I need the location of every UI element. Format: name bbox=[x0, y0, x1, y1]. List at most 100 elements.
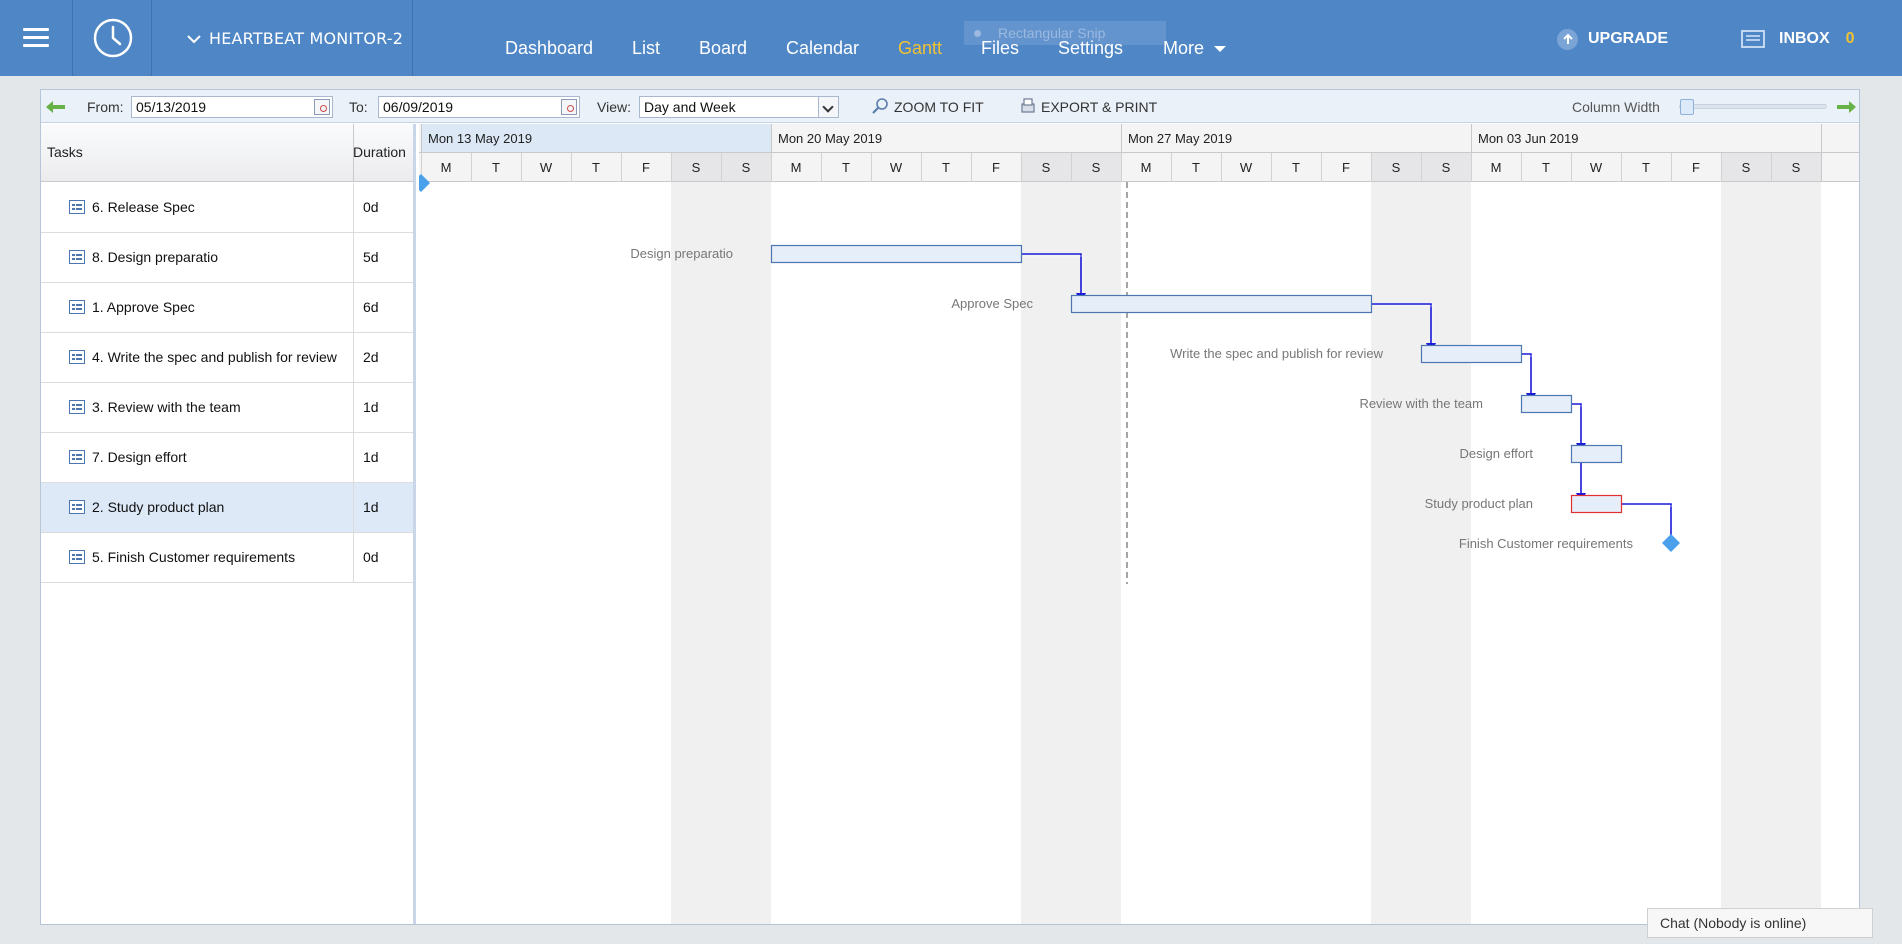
gantt-panel: From: 05/13/2019 To: 06/09/2019 View: Da… bbox=[40, 89, 1860, 925]
dependency-link bbox=[1521, 353, 1532, 395]
task-bar-label: Finish Customer requirements bbox=[1459, 536, 1634, 551]
day-label: T bbox=[842, 160, 850, 175]
slider-handle[interactable] bbox=[1680, 99, 1694, 115]
upgrade-button[interactable]: UPGRADE bbox=[1557, 28, 1668, 50]
weekend-column bbox=[1021, 182, 1071, 924]
task-bar bbox=[770, 244, 1023, 264]
from-date-input[interactable]: 05/13/2019 bbox=[131, 96, 333, 118]
nav-settings[interactable]: Settings bbox=[1058, 38, 1123, 59]
task-icon bbox=[69, 500, 85, 514]
critical-task-bar bbox=[1570, 494, 1623, 514]
task-bar-label: Approve Spec bbox=[951, 296, 1033, 311]
task-duration: 1d bbox=[363, 449, 379, 465]
chat-widget[interactable]: Chat (Nobody is online) bbox=[1647, 908, 1873, 938]
export-print-button[interactable]: EXPORT & PRINT bbox=[1019, 97, 1157, 115]
nav-calendar[interactable]: Calendar bbox=[786, 38, 859, 59]
day-label: T bbox=[492, 160, 500, 175]
task-name: 2. Study product plan bbox=[92, 499, 225, 515]
task-name: 8. Design preparatio bbox=[92, 249, 219, 265]
task-row[interactable]: 7. Design effort 1d bbox=[41, 433, 413, 483]
to-label: To: bbox=[349, 99, 368, 115]
task-row[interactable]: 1. Approve Spec 6d bbox=[41, 283, 413, 333]
view-label: View: bbox=[597, 99, 631, 115]
task-bar-label: Design preparatio bbox=[630, 246, 733, 261]
day-label: F bbox=[642, 160, 650, 175]
day-label: W bbox=[1590, 160, 1603, 175]
task-icon bbox=[69, 300, 85, 314]
week-label: Mon 27 May 2019 bbox=[1128, 131, 1232, 146]
week-label: Mon 20 May 2019 bbox=[778, 131, 882, 146]
column-width-label: Column Width bbox=[1572, 99, 1660, 115]
day-label: S bbox=[742, 160, 751, 175]
day-label: S bbox=[1092, 160, 1101, 175]
inbox-button[interactable]: INBOX 0 bbox=[1741, 28, 1855, 50]
task-name: 4. Write the spec and publish for review bbox=[92, 349, 337, 365]
day-label: F bbox=[992, 160, 1000, 175]
chevron-down-icon bbox=[187, 35, 201, 44]
task-duration: 1d bbox=[363, 399, 379, 415]
weekend-column bbox=[1421, 182, 1471, 924]
task-icon bbox=[69, 400, 85, 414]
nav-more[interactable]: More bbox=[1163, 38, 1204, 59]
inbox-label: INBOX bbox=[1779, 30, 1830, 47]
calendar-icon[interactable] bbox=[314, 99, 330, 115]
chevron-down-icon bbox=[818, 97, 838, 117]
task-row[interactable]: 4. Write the spec and publish for review… bbox=[41, 333, 413, 383]
nav-board[interactable]: Board bbox=[699, 38, 747, 59]
weekend-column bbox=[671, 182, 721, 924]
day-label: S bbox=[692, 160, 701, 175]
task-icon bbox=[69, 350, 85, 364]
caret-down-icon bbox=[1214, 46, 1226, 52]
column-width-slider[interactable] bbox=[1679, 99, 1827, 115]
nav-gantt[interactable]: Gantt bbox=[898, 38, 942, 59]
timer-button[interactable] bbox=[74, 0, 152, 76]
task-duration: 2d bbox=[363, 349, 379, 365]
day-label: T bbox=[1192, 160, 1200, 175]
weekend-column bbox=[1771, 182, 1821, 924]
grid-header: Tasks Duration bbox=[41, 124, 413, 182]
day-label: S bbox=[1442, 160, 1451, 175]
weekend-column bbox=[1371, 182, 1421, 924]
task-row[interactable]: 6. Release Spec 0d bbox=[41, 183, 413, 233]
task-row[interactable]: 8. Design preparatio 5d bbox=[41, 233, 413, 283]
day-label: W bbox=[890, 160, 903, 175]
nav-list[interactable]: List bbox=[632, 38, 660, 59]
back-arrow-icon[interactable] bbox=[46, 101, 66, 113]
task-bar bbox=[1070, 294, 1373, 314]
day-label: S bbox=[1742, 160, 1751, 175]
top-bar: HEARTBEAT MONITOR-2 Rectangular Snip Das… bbox=[0, 0, 1902, 76]
day-label: M bbox=[791, 160, 802, 175]
duration-column-header[interactable]: Duration bbox=[353, 144, 406, 160]
task-bar-label: Design effort bbox=[1460, 446, 1534, 461]
day-label: S bbox=[1392, 160, 1401, 175]
day-label: M bbox=[1141, 160, 1152, 175]
forward-arrow-icon[interactable] bbox=[1836, 101, 1856, 113]
day-label: T bbox=[942, 160, 950, 175]
task-bar bbox=[1520, 394, 1573, 414]
day-label: M bbox=[1491, 160, 1502, 175]
view-select[interactable]: Day and Week bbox=[639, 96, 839, 118]
task-grid: Tasks Duration 6. Release Spec 0d 8. Desig… bbox=[41, 124, 416, 924]
project-selector[interactable]: HEARTBEAT MONITOR-2 bbox=[153, 0, 413, 76]
task-duration: 0d bbox=[363, 549, 379, 565]
task-icon bbox=[69, 450, 85, 464]
task-bar-label: Write the spec and publish for review bbox=[1170, 346, 1384, 361]
to-date-input[interactable]: 06/09/2019 bbox=[378, 96, 580, 118]
upgrade-arrow-icon bbox=[1557, 28, 1578, 50]
weekend-column bbox=[1721, 182, 1771, 924]
print-icon bbox=[1021, 97, 1035, 113]
task-icon bbox=[69, 200, 85, 214]
task-row[interactable]: 3. Review with the team 1d bbox=[41, 383, 413, 433]
menu-button[interactable] bbox=[0, 0, 73, 76]
tasks-column-header[interactable]: Tasks bbox=[47, 144, 83, 160]
nav-dashboard[interactable]: Dashboard bbox=[505, 38, 593, 59]
task-icon bbox=[69, 550, 85, 564]
task-bar-label: Study product plan bbox=[1425, 496, 1533, 511]
task-row[interactable]: 5. Finish Customer requirements 0d bbox=[41, 533, 413, 583]
zoom-to-fit-button[interactable]: ZOOM TO FIT bbox=[871, 97, 984, 115]
day-label: S bbox=[1792, 160, 1801, 175]
inbox-icon bbox=[1741, 30, 1765, 48]
task-row[interactable]: 2. Study product plan 1d bbox=[41, 483, 413, 533]
calendar-icon[interactable] bbox=[561, 99, 577, 115]
nav-files[interactable]: Files bbox=[981, 38, 1019, 59]
